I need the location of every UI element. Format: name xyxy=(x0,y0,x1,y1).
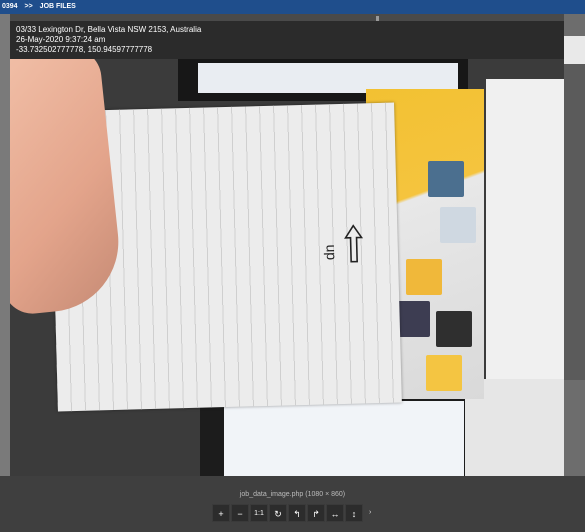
background-right-strip xyxy=(564,36,585,64)
background-right-dark xyxy=(564,64,585,380)
background-left-panel xyxy=(0,14,10,532)
image-datetime: 26-May-2020 9:37:24 am xyxy=(16,35,106,44)
arrow-sketch-icon xyxy=(344,224,364,263)
app-header: 0394 >> JOB FILES xyxy=(0,0,585,14)
flip-horizontal-button[interactable]: ↔ xyxy=(326,504,344,522)
image-viewer: 03/33 Lexington Dr, Bella Vista NSW 2153… xyxy=(10,21,564,476)
next-image-icon[interactable]: › xyxy=(369,509,371,516)
zoom-out-button[interactable]: − xyxy=(231,504,249,522)
flip-vertical-button[interactable]: ↕ xyxy=(345,504,363,522)
notepad-handwriting: up xyxy=(323,244,340,261)
monitor-bottom-screen xyxy=(224,401,464,476)
viewer-toolbar: + − 1:1 ↻ ↰ ↱ ↔ ↕ xyxy=(212,504,364,522)
breadcrumb-section[interactable]: JOB FILES xyxy=(40,3,76,10)
breadcrumb-separator: >> xyxy=(24,3,33,10)
poster-tile xyxy=(436,311,472,347)
breadcrumb-id[interactable]: 0394 xyxy=(2,3,18,10)
actual-size-button[interactable]: 1:1 xyxy=(250,504,268,522)
image-coordinates: -33.732502777778, 150.94597777778 xyxy=(16,45,153,54)
rotate-left-button[interactable]: ↰ xyxy=(288,504,306,522)
image-filename: job_data_image.php (1080 × 860) xyxy=(239,491,346,498)
image-address: 03/33 Lexington Dr, Bella Vista NSW 2153… xyxy=(16,25,202,34)
poster-tile xyxy=(406,259,442,295)
photo: west up xyxy=(10,59,564,476)
reset-button[interactable]: ↻ xyxy=(269,504,287,522)
background-wall xyxy=(486,79,564,379)
rotate-right-button[interactable]: ↱ xyxy=(307,504,325,522)
zoom-in-button[interactable]: + xyxy=(212,504,230,522)
poster-tile xyxy=(426,355,462,391)
hand xyxy=(10,59,126,317)
poster-tile xyxy=(440,207,476,243)
image-metadata: 03/33 Lexington Dr, Bella Vista NSW 2153… xyxy=(16,25,201,55)
poster-tile xyxy=(428,161,464,197)
